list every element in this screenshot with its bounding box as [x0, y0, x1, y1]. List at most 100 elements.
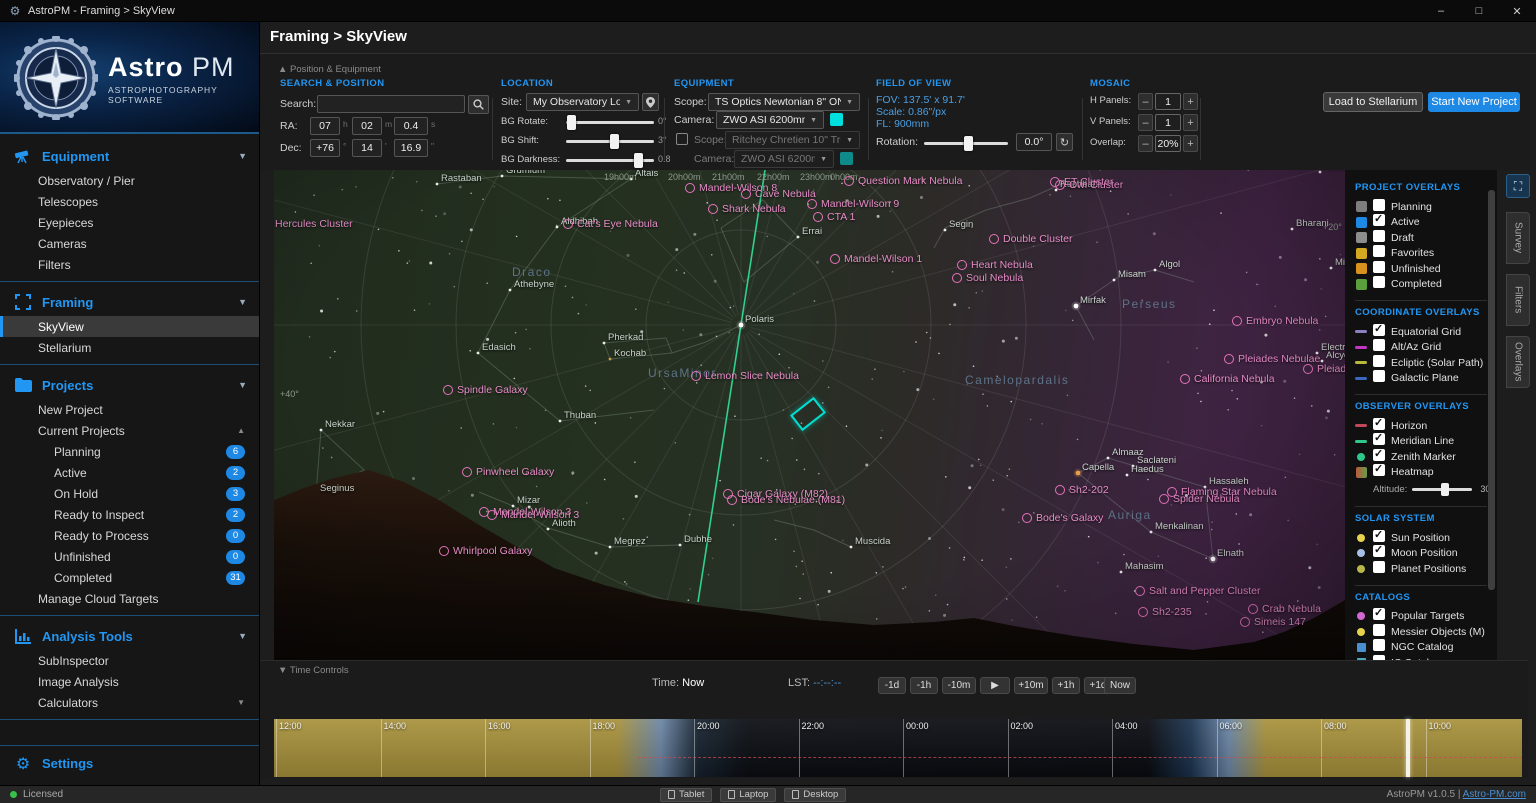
ra-seconds-field[interactable] — [394, 117, 428, 135]
device-button-tablet[interactable]: Tablet — [660, 788, 712, 802]
sidebar-item-current-projects[interactable]: Current Projects▲ — [0, 420, 259, 441]
checkbox[interactable]: ✓ — [1373, 324, 1385, 336]
start-new-project-button[interactable]: Start New Project — [1428, 92, 1520, 112]
dec-arcsec-field[interactable] — [394, 139, 428, 157]
checkbox[interactable] — [1373, 355, 1385, 367]
search-input[interactable] — [317, 95, 465, 113]
dso-marker[interactable]: Embryo Nebula — [1232, 315, 1318, 327]
sidebar-item-telescopes[interactable]: Telescopes — [0, 191, 259, 212]
fullscreen-icon[interactable]: ⛶ — [1506, 174, 1530, 198]
camera2-dropdown[interactable]: ZWO ASI 6200mm Pro▼ — [734, 150, 834, 168]
rotation-reset-button[interactable]: ↻ — [1056, 133, 1073, 151]
overlay-label[interactable]: Planning — [1391, 201, 1432, 213]
dso-marker[interactable]: Simeis 147 — [1240, 616, 1306, 628]
camera-color-swatch[interactable] — [830, 113, 843, 126]
dso-marker[interactable]: Lemon Slice Nebula — [691, 370, 799, 382]
overlay-label[interactable]: Galactic Plane — [1391, 372, 1459, 384]
time-step-plus10m[interactable]: +10m — [1014, 677, 1048, 694]
stepper-plus-button[interactable]: + — [1183, 93, 1198, 110]
site-manager-button[interactable] — [642, 93, 659, 111]
sidebar-item-unfinished[interactable]: Unfinished0 — [0, 546, 259, 567]
checkbox[interactable] — [1373, 261, 1385, 273]
stepper-plus-button[interactable]: + — [1183, 114, 1198, 131]
sidebar-item-completed[interactable]: Completed31 — [0, 567, 259, 588]
sidebar-item-ready-to-process[interactable]: Ready to Process0 — [0, 525, 259, 546]
dso-marker[interactable]: Whirlpool Galaxy — [439, 545, 532, 557]
dso-marker[interactable]: Sh2-202 — [1055, 484, 1109, 496]
time-play-button[interactable]: ▶ — [980, 677, 1010, 694]
checkbox[interactable] — [1373, 370, 1385, 382]
sidebar-item-settings[interactable]: ⚙ Settings — [0, 745, 259, 781]
dso-marker[interactable]: Hercules Cluster — [274, 218, 353, 230]
checkbox[interactable]: ✓ — [1373, 530, 1385, 542]
search-button[interactable] — [468, 95, 489, 114]
rotation-slider[interactable] — [924, 142, 1008, 145]
dso-marker[interactable]: Spider Nebula — [1159, 493, 1240, 505]
sidebar-section-framing[interactable]: Framing▼ — [0, 288, 259, 316]
checkbox[interactable]: ✓ — [1373, 214, 1385, 226]
minimize-button[interactable]: – — [1422, 0, 1460, 22]
scope2-dropdown[interactable]: Ritchey Chretien 10" Truss Tube▼ — [725, 131, 860, 149]
sidebar-item-skyview[interactable]: SkyView — [0, 316, 259, 337]
sidebar-item-new-project[interactable]: New Project — [0, 399, 259, 420]
checkbox[interactable]: ✓ — [1373, 464, 1385, 476]
overlay-label[interactable]: Meridian Line — [1391, 435, 1454, 447]
sidebar-item-manage-cloud-targets[interactable]: Manage Cloud Targets — [0, 588, 259, 609]
stepper-minus-button[interactable]: – — [1138, 135, 1153, 152]
overlay-label[interactable]: Active — [1391, 216, 1420, 228]
dso-marker[interactable]: Cave Nebula — [741, 188, 816, 200]
overlay-label[interactable]: Popular Targets — [1391, 610, 1464, 622]
sidebar-item-active[interactable]: Active2 — [0, 462, 259, 483]
sidebar-section-projects[interactable]: Projects▼ — [0, 371, 259, 399]
time-step-minus1d[interactable]: -1d — [878, 677, 906, 694]
checkbox[interactable]: ✓ — [1373, 433, 1385, 445]
device-button-laptop[interactable]: Laptop — [720, 788, 776, 802]
sidebar-item-eyepieces[interactable]: Eyepieces — [0, 212, 259, 233]
timeline[interactable]: 12:0014:0016:0018:0020:0022:0000:0002:00… — [274, 719, 1522, 777]
sidebar-item-planning[interactable]: Planning6 — [0, 441, 259, 462]
sidebar-item-stellarium[interactable]: Stellarium — [0, 337, 259, 358]
sidebar-section-equipment[interactable]: Equipment▼ — [0, 142, 259, 170]
sidebar-item-ready-to-inspect[interactable]: Ready to Inspect2 — [0, 504, 259, 525]
stepper-value[interactable]: 20% — [1155, 135, 1181, 152]
stepper-plus-button[interactable]: + — [1183, 135, 1198, 152]
dso-marker[interactable]: Cat's Eye Nebula — [563, 218, 658, 230]
stepper-value[interactable]: 1 — [1155, 114, 1181, 131]
dso-marker[interactable]: Salt and Pepper Cluster — [1135, 585, 1260, 597]
dso-marker[interactable]: Mandel-Wilson 9 — [807, 198, 899, 210]
dso-marker[interactable]: Crab Nebula — [1248, 603, 1321, 615]
scope2-checkbox[interactable] — [676, 133, 688, 145]
dso-marker[interactable]: Owl Cluster — [1055, 179, 1123, 191]
overlay-label[interactable]: Planet Positions — [1391, 563, 1466, 575]
close-button[interactable]: ✕ — [1498, 0, 1536, 22]
dso-marker[interactable]: Double Cluster — [989, 233, 1072, 245]
overlay-label[interactable]: Unfinished — [1391, 263, 1441, 275]
dec-degrees-field[interactable] — [310, 139, 340, 157]
dec-arcmin-field[interactable] — [352, 139, 382, 157]
toolbar-collapse-toggle[interactable]: ▲ Position & Equipment — [278, 64, 381, 75]
sidebar-section-analysis[interactable]: Analysis Tools▼ — [0, 622, 259, 650]
bg-slider[interactable] — [566, 159, 654, 162]
sidebar-item-on-hold[interactable]: On Hold3 — [0, 483, 259, 504]
maximize-button[interactable]: □ — [1460, 0, 1498, 22]
sidebar-item-calculators[interactable]: Calculators▼ — [0, 692, 259, 713]
dso-marker[interactable]: Soul Nebula — [952, 272, 1023, 284]
dso-marker[interactable]: California Nebula — [1180, 373, 1275, 385]
dso-marker[interactable]: Mandel-Wilson 1 — [830, 253, 922, 265]
bg-slider[interactable] — [566, 121, 654, 124]
bg-slider[interactable] — [566, 140, 654, 143]
dso-marker[interactable]: Mandel-Wilson 3 — [487, 509, 579, 521]
time-now-button[interactable]: Now — [1104, 677, 1136, 694]
rotation-value-field[interactable]: 0.0° — [1016, 133, 1052, 151]
checkbox[interactable]: ✓ — [1373, 608, 1385, 620]
dso-marker[interactable]: Pleiades — [1303, 363, 1345, 375]
device-button-desktop[interactable]: Desktop — [784, 788, 846, 802]
overlay-label[interactable]: Heatmap — [1391, 466, 1434, 478]
sidebar-item-subinspector[interactable]: SubInspector — [0, 650, 259, 671]
sidebar-item-filters[interactable]: Filters — [0, 254, 259, 275]
side-tab-overlays[interactable]: Overlays — [1506, 336, 1530, 388]
overlay-label[interactable]: Sun Position — [1391, 532, 1450, 544]
side-tab-filters[interactable]: Filters — [1506, 274, 1530, 326]
checkbox[interactable] — [1373, 339, 1385, 351]
checkbox[interactable] — [1373, 245, 1385, 257]
